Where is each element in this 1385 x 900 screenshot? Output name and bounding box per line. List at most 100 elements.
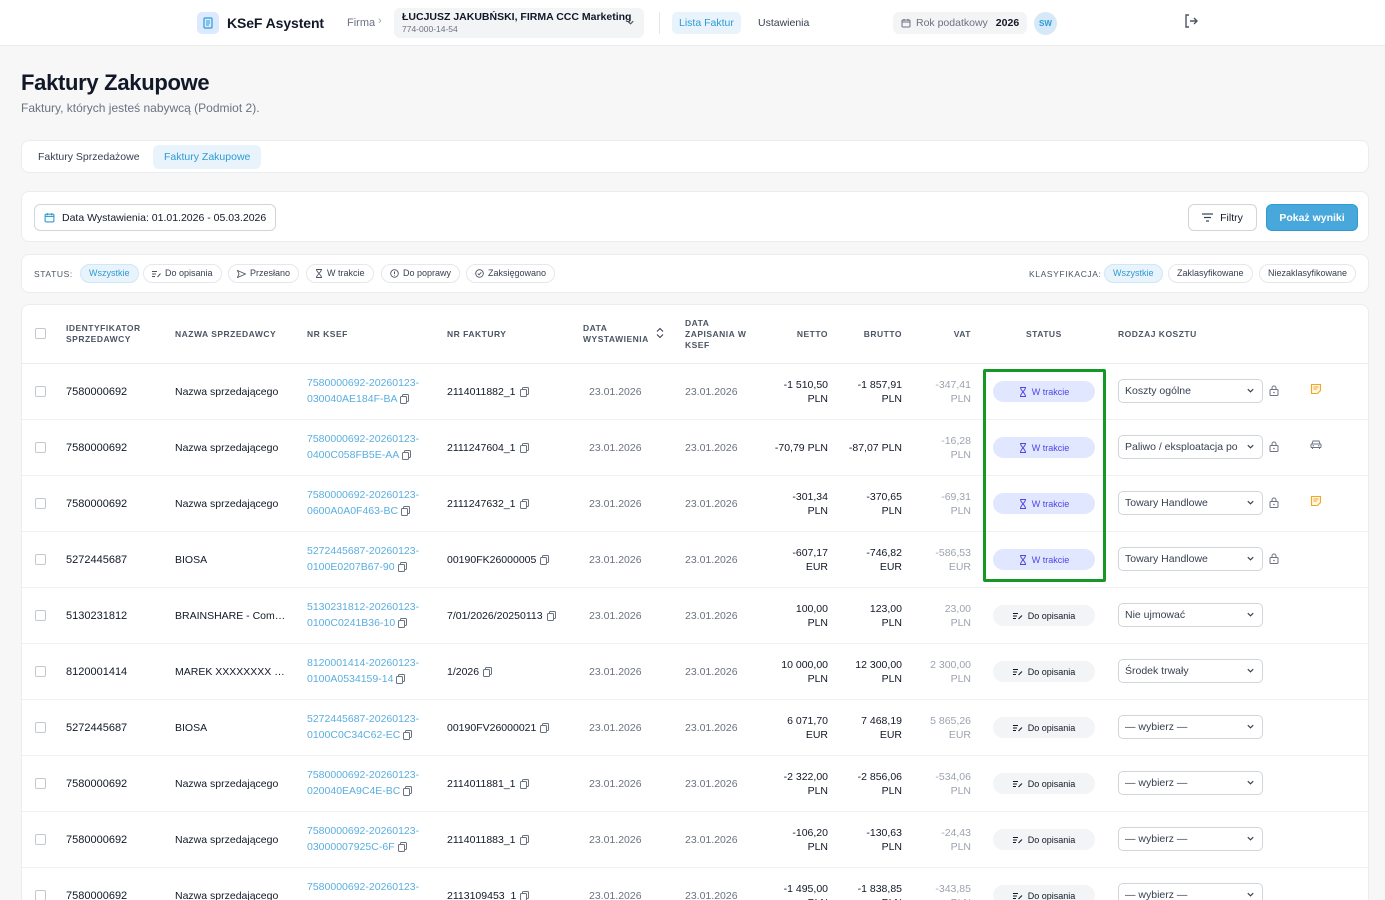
status-badge[interactable]: W trakcie	[993, 437, 1095, 458]
lock-icon[interactable]	[1269, 385, 1279, 396]
table-row[interactable]: 7580000692 Nazwa sprzedającego 7580000692-…	[22, 420, 1368, 476]
copy-icon[interactable]	[540, 723, 550, 733]
table-row[interactable]: 7580000692 Nazwa sprzedającego 7580000692-…	[22, 756, 1368, 812]
sort-icon[interactable]	[656, 327, 664, 339]
copy-icon[interactable]	[403, 786, 413, 797]
note-icon[interactable]	[1310, 495, 1322, 507]
cost-type-select[interactable]: Towary Handlowe	[1118, 491, 1263, 515]
row-checkbox[interactable]	[35, 722, 46, 733]
ksef-number-link[interactable]: 7580000692-20260123-	[307, 879, 432, 895]
car-icon[interactable]	[1310, 439, 1322, 450]
copy-icon[interactable]	[398, 618, 408, 629]
class-chip-classified[interactable]: Zaklasyfikowane	[1168, 264, 1253, 283]
row-checkbox[interactable]	[35, 386, 46, 397]
copy-icon[interactable]	[397, 562, 407, 573]
status-badge[interactable]: Do opisania	[993, 661, 1095, 682]
lock-icon[interactable]	[1269, 441, 1279, 452]
row-checkbox[interactable]	[35, 834, 46, 845]
class-chip-all[interactable]: Wszystkie	[1104, 264, 1163, 283]
col-ksef[interactable]: NR KSEF	[307, 329, 348, 340]
table-row[interactable]: 7580000692 Nazwa sprzedającego 7580000692-…	[22, 868, 1368, 900]
logout-icon[interactable]	[1183, 13, 1199, 29]
row-checkbox[interactable]	[35, 666, 46, 677]
cost-type-select[interactable]: Nie ujmować	[1118, 603, 1263, 627]
tab-sales-invoices[interactable]: Faktury Sprzedażowe	[27, 145, 151, 169]
col-seller-name[interactable]: NAZWA SPRZEDAWCY	[175, 329, 276, 340]
date-range-button[interactable]: Data Wystawienia: 01.01.2026 - 05.03.202…	[34, 204, 277, 231]
status-badge[interactable]: Do opisania	[993, 885, 1095, 900]
copy-icon[interactable]	[401, 450, 411, 461]
status-chip-in-progress[interactable]: W trakcie	[306, 264, 374, 283]
col-seller-id[interactable]: IDENTYFIKATOR SPRZEDAWCY	[66, 323, 156, 345]
copy-icon[interactable]	[399, 394, 409, 405]
ksef-number-link[interactable]: 7580000692-20260123- 03000007925C-6F	[307, 823, 432, 855]
col-netto[interactable]: NETTO	[797, 329, 828, 340]
row-checkbox[interactable]	[35, 442, 46, 453]
cost-type-select[interactable]: Paliwo / eksploatacja po	[1118, 435, 1263, 459]
copy-icon[interactable]	[403, 730, 413, 741]
table-row[interactable]: 7580000692 Nazwa sprzedającego 7580000692-…	[22, 364, 1368, 420]
ksef-number-link[interactable]: 7580000692-20260123- 0400C058FB5E-AA	[307, 431, 432, 463]
show-results-button[interactable]: Pokaż wyniki	[1266, 204, 1358, 231]
status-chip-sent[interactable]: Przesłano	[228, 264, 300, 283]
col-save-date[interactable]: DATA ZAPISANIA W KSEF	[685, 318, 755, 351]
copy-icon[interactable]	[519, 499, 529, 509]
table-row[interactable]: 7580000692 Nazwa sprzedającego 7580000692-…	[22, 812, 1368, 868]
copy-icon[interactable]	[519, 779, 529, 789]
status-chip-booked[interactable]: Zaksięgowano	[466, 264, 556, 283]
status-badge[interactable]: Do opisania	[993, 717, 1095, 738]
status-chip-all[interactable]: Wszystkie	[80, 264, 139, 283]
copy-icon[interactable]	[520, 891, 530, 900]
avatar[interactable]: SW	[1034, 12, 1057, 35]
firm-selector[interactable]: ŁUCJUSZ JAKUBŃSKI, FIRMA CCC Marketing 7…	[394, 8, 644, 38]
ksef-number-link[interactable]: 7580000692-20260123- 030040AE184F-BA	[307, 375, 432, 407]
ksef-number-link[interactable]: 5130231812-20260123- 0100C0241B36-10	[307, 599, 432, 631]
table-row[interactable]: 5130231812 BRAINSHARE - Comarch 5130231812…	[22, 588, 1368, 644]
col-status[interactable]: STATUS	[1026, 329, 1062, 340]
copy-icon[interactable]	[397, 842, 407, 853]
ksef-number-link[interactable]: 5272445687-20260123- 0100C0C34C62-EC	[307, 711, 432, 743]
table-row[interactable]: 5272445687 BIOSA 5272445687-20260123- 0100C…	[22, 700, 1368, 756]
copy-icon[interactable]	[546, 611, 556, 621]
lock-icon[interactable]	[1269, 553, 1279, 564]
copy-icon[interactable]	[396, 674, 406, 685]
row-checkbox[interactable]	[35, 554, 46, 565]
ksef-number-link[interactable]: 5272445687-20260123- 0100E0207B67-90	[307, 543, 432, 575]
table-row[interactable]: 8120001414 MAREK XXXXXXXX - PHU 8120001414…	[22, 644, 1368, 700]
copy-icon[interactable]	[519, 443, 529, 453]
col-vat[interactable]: VAT	[954, 329, 971, 340]
ksef-number-link[interactable]: 7580000692-20260123- 020040EA9C4E-BC	[307, 767, 432, 799]
status-badge[interactable]: W trakcie	[993, 549, 1095, 570]
brand[interactable]: KSeF Asystent	[197, 12, 324, 34]
status-chip-to-fix[interactable]: Do poprawy	[381, 264, 461, 283]
cost-type-select[interactable]: Towary Handlowe	[1118, 547, 1263, 571]
ksef-number-link[interactable]: 8120001414-20260123- 0100A0534159-14	[307, 655, 432, 687]
cost-type-select[interactable]: — wybierz —	[1118, 771, 1263, 795]
tab-purchase-invoices[interactable]: Faktury Zakupowe	[153, 145, 262, 169]
col-invoice-no[interactable]: NR FAKTURY	[447, 329, 506, 340]
select-all-checkbox[interactable]	[35, 328, 46, 339]
cost-type-select[interactable]: — wybierz —	[1118, 715, 1263, 739]
status-badge[interactable]: W trakcie	[993, 493, 1095, 514]
table-row[interactable]: 7580000692 Nazwa sprzedającego 7580000692-…	[22, 476, 1368, 532]
table-row[interactable]: 5272445687 BIOSA 5272445687-20260123- 0100E…	[22, 532, 1368, 588]
cost-type-select[interactable]: Koszty ogólne	[1118, 379, 1263, 403]
note-icon[interactable]	[1310, 383, 1322, 395]
class-chip-unclassified[interactable]: Niezaklasyfikowane	[1259, 264, 1357, 283]
copy-icon[interactable]	[400, 506, 410, 517]
copy-icon[interactable]	[483, 667, 493, 677]
status-badge[interactable]: Do opisania	[993, 829, 1095, 850]
row-checkbox[interactable]	[35, 610, 46, 621]
cost-type-select[interactable]: — wybierz —	[1118, 827, 1263, 851]
copy-icon[interactable]	[519, 387, 529, 397]
filters-button[interactable]: Filtry	[1188, 204, 1257, 231]
status-badge[interactable]: W trakcie	[993, 381, 1095, 402]
status-badge[interactable]: Do opisania	[993, 605, 1095, 626]
cost-type-select[interactable]: Środek trwały	[1118, 659, 1263, 683]
tax-year-selector[interactable]: Rok podatkowy 2026	[893, 12, 1028, 34]
col-brutto[interactable]: BRUTTO	[864, 329, 902, 340]
copy-icon[interactable]	[540, 555, 550, 565]
row-checkbox[interactable]	[35, 890, 46, 900]
status-badge[interactable]: Do opisania	[993, 773, 1095, 794]
status-chip-to-describe[interactable]: Do opisania	[143, 264, 222, 283]
